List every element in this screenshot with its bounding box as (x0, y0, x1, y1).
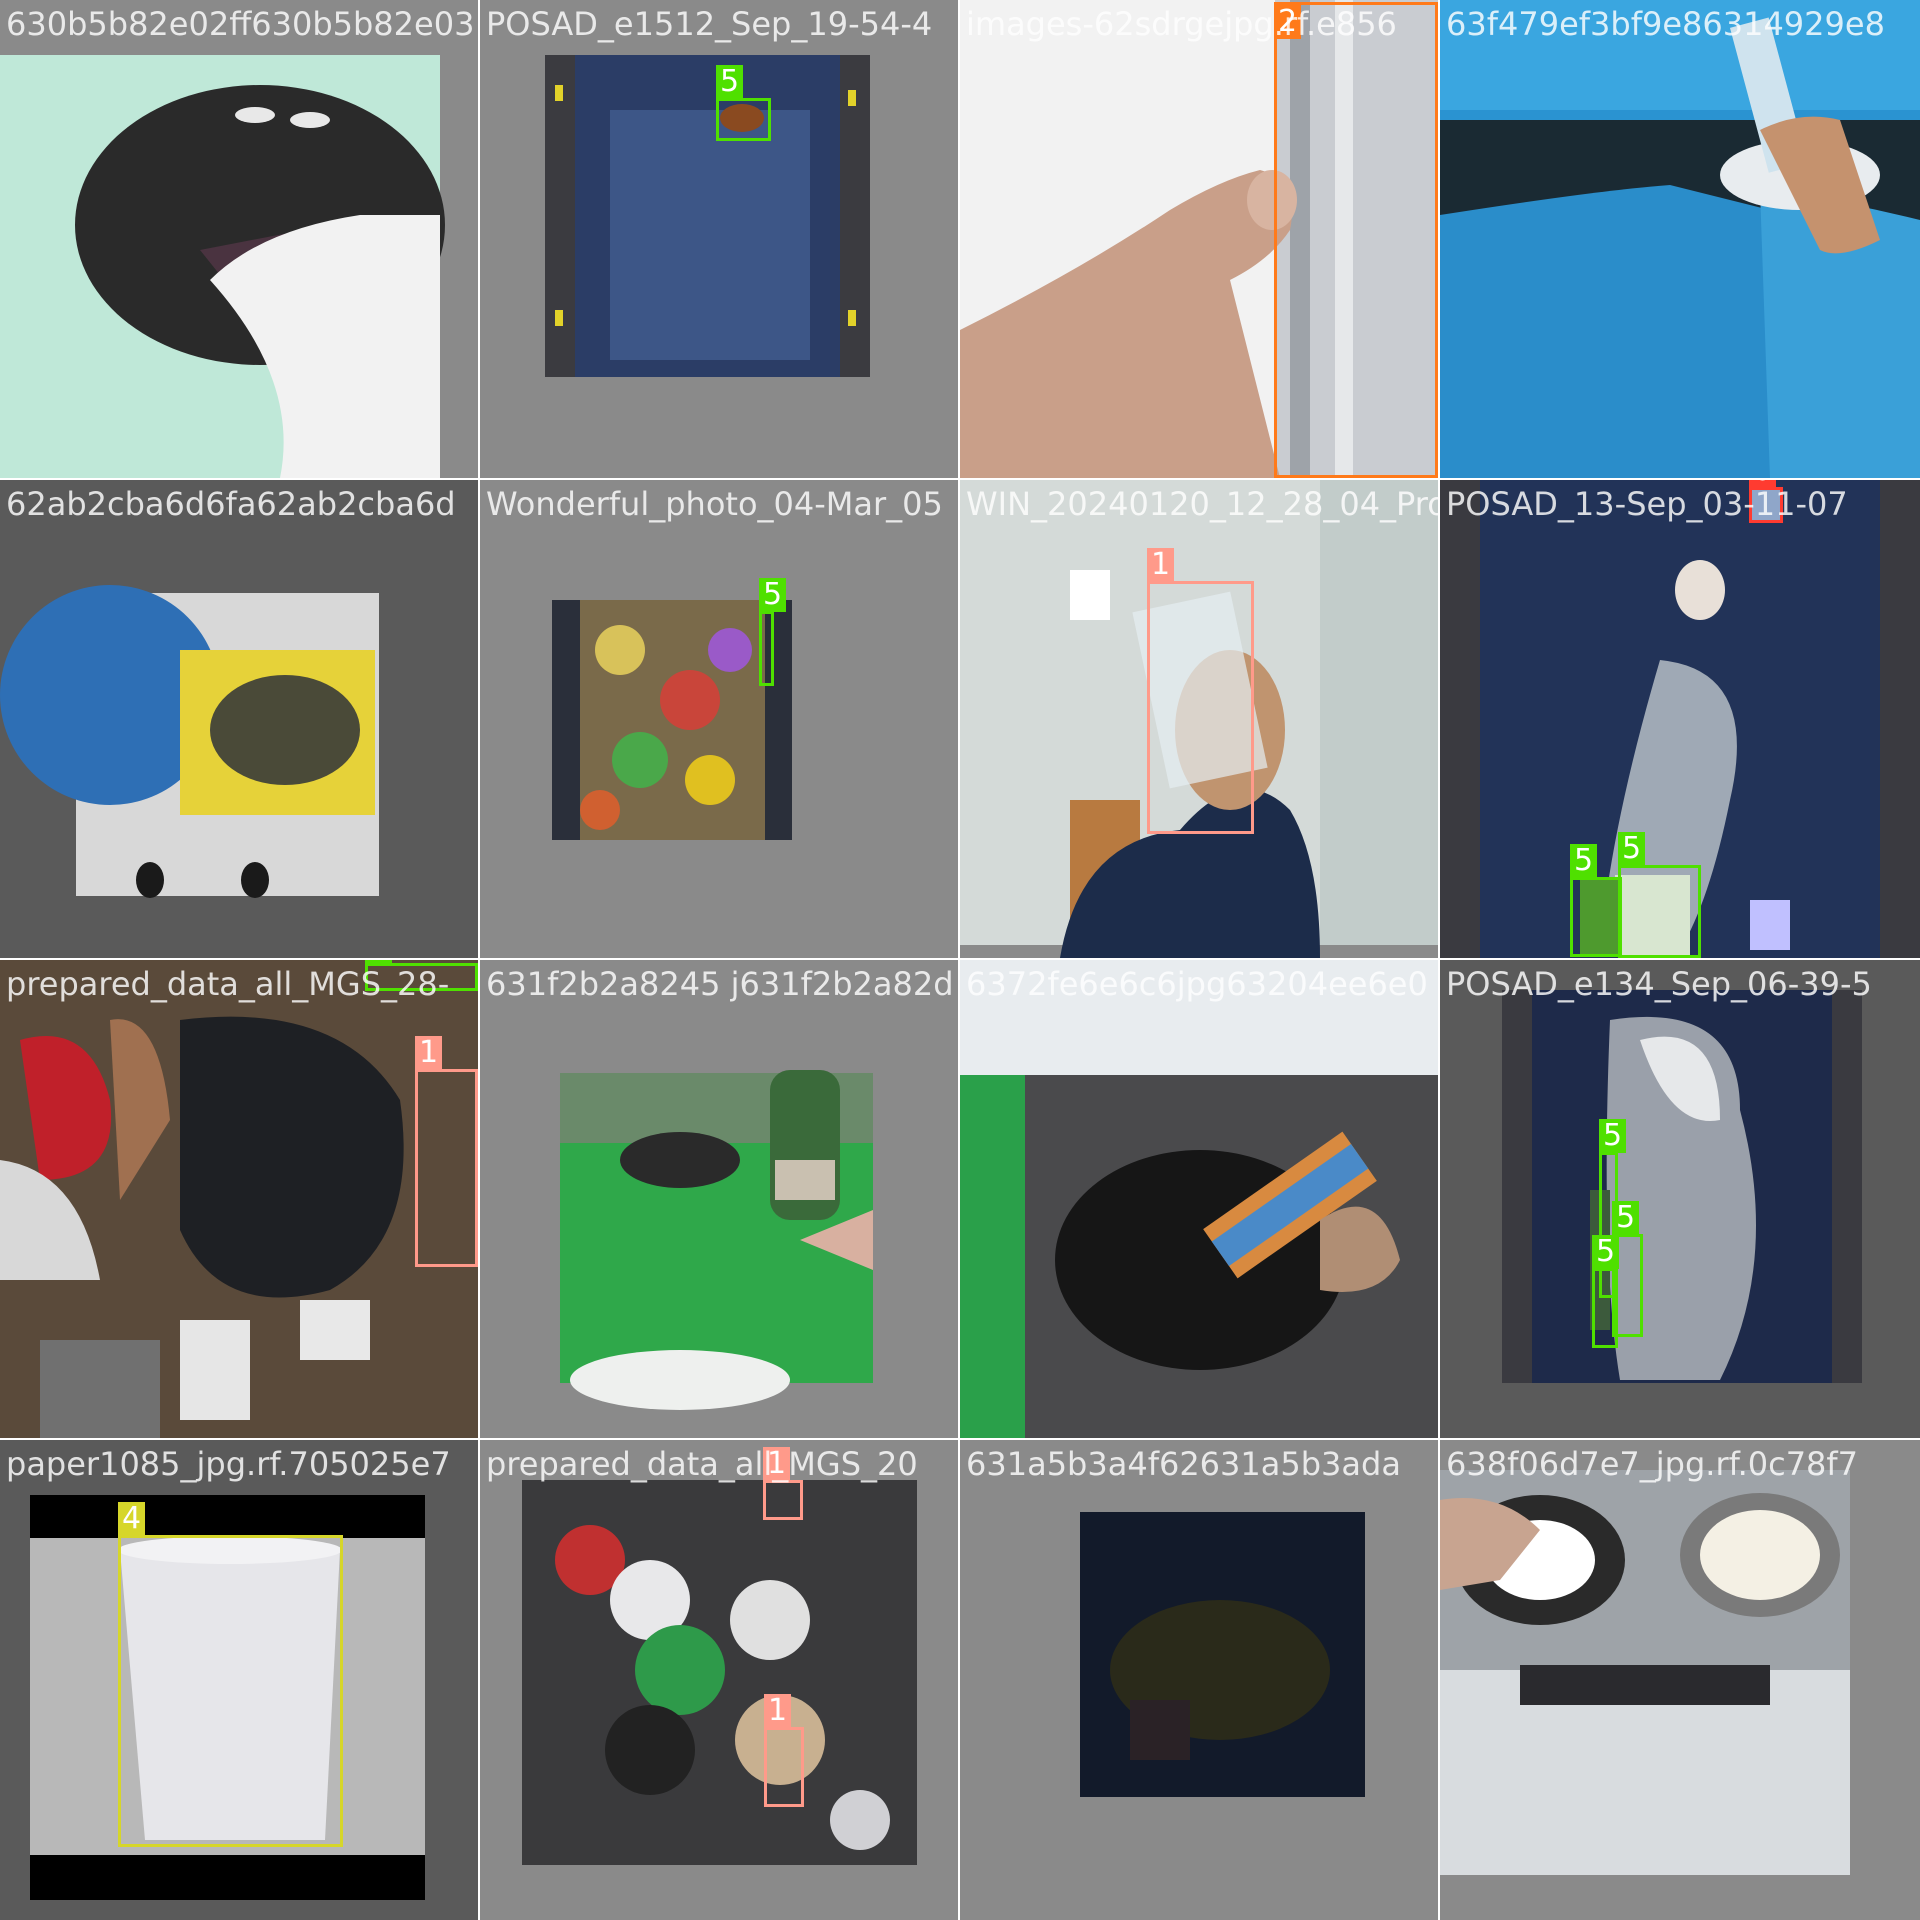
bbox-class-5: 5 (759, 578, 787, 686)
bbox-class-5: 5 (1592, 1235, 1620, 1348)
bbox-class-5: 5 (716, 65, 771, 141)
tile-10: 631f2b2a8245 j631f2b2a82d (480, 960, 958, 1438)
tile-4: 63f479ef3bf9e86314929e8 (1440, 0, 1920, 478)
bbox-class-2: 2 (1274, 2, 1438, 478)
bbox-class-1: 1 (763, 1447, 803, 1520)
bbox-class-1: 1 (1147, 548, 1254, 834)
tile-8: 0 5 5 POSAD_13-Sep_03-11-07 (1440, 480, 1920, 958)
tile-5-photo (0, 480, 478, 958)
tile-7: 1 WIN_20240120_12_28_04_Pro_Copy1.jpg (960, 480, 1438, 958)
tile-11-photo (960, 960, 1438, 1438)
tile-1-photo (0, 0, 478, 478)
tile-5: 62ab2cba6d6fa62ab2cba6d (0, 480, 478, 958)
tile-10-photo (480, 960, 958, 1438)
bbox-class-5: 5 (1570, 844, 1622, 957)
tile-9-photo (0, 960, 478, 1438)
tile-15: 631a5b3a4f62631a5b3ada (960, 1440, 1438, 1920)
tile-11: 6372fe6e6c6jpg63204ee6e0 (960, 960, 1438, 1438)
tile-16: 638f06d7e7_jpg.rf.0c78f7 (1440, 1440, 1920, 1920)
tile-15-photo (960, 1440, 1438, 1920)
tile-12: 5 5 5 POSAD_e134_Sep_06-39-5 (1440, 960, 1920, 1438)
bbox-class-1: 1 (415, 1036, 478, 1267)
tile-13: 4 paper1085_jpg.rf.705025e7 (0, 1440, 478, 1920)
tile-9: 5 1 prepared_data_all_MGS_28- (0, 960, 478, 1438)
tile-12-photo (1440, 960, 1920, 1438)
image-grid: 630b5b82e02ff630b5b82e03 5 POSAD_e1512_S… (0, 0, 1920, 1920)
bbox-class-0: 0 (1749, 480, 1783, 523)
tile-1: 630b5b82e02ff630b5b82e03 (0, 0, 478, 478)
tile-16-photo (1440, 1440, 1920, 1920)
tile-4-photo (1440, 0, 1920, 478)
tile-14: 1 1 prepared_data_all_MGS_20 (480, 1440, 958, 1920)
tile-3: 2 images-62sdrgejpg.rf.e856 (960, 0, 1438, 478)
bbox-class-4: 4 (118, 1502, 343, 1847)
tile-14-photo (480, 1440, 958, 1920)
bbox-class-5: 5 (365, 960, 478, 991)
bbox-class-5: 5 (1618, 832, 1701, 958)
bbox-class-1: 1 (764, 1694, 804, 1807)
tile-2: 5 POSAD_e1512_Sep_19-54-4 (480, 0, 958, 478)
tile-6-photo (480, 480, 958, 958)
tile-6: 5 Wonderful_photo_04-Mar_05 (480, 480, 958, 958)
